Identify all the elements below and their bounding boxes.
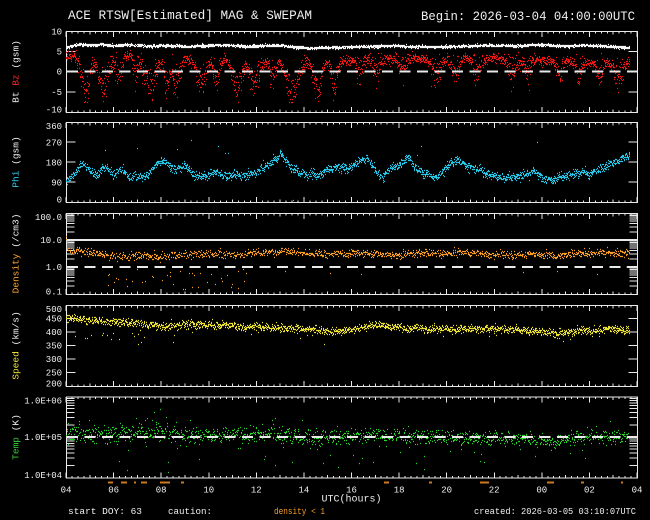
svg-text:-5: -5 <box>51 88 62 98</box>
svg-text:caution:: caution: <box>168 507 212 517</box>
svg-text:Temp (K): Temp (K) <box>11 414 22 460</box>
svg-text:08: 08 <box>156 486 167 496</box>
svg-text:270: 270 <box>46 138 62 148</box>
svg-text:400: 400 <box>46 328 62 338</box>
svg-text:10: 10 <box>51 28 62 38</box>
svg-text:0: 0 <box>57 68 62 78</box>
svg-text:5: 5 <box>57 47 62 57</box>
svg-text:450: 450 <box>46 315 62 325</box>
svg-text:ACE RTSW[Estimated] MAG & SWEP: ACE RTSW[Estimated] MAG & SWEPAM <box>68 9 312 23</box>
svg-text:04: 04 <box>61 486 72 496</box>
svg-text:300: 300 <box>46 355 62 365</box>
svg-text:Phi (gsm): Phi (gsm) <box>11 136 22 187</box>
svg-text:180: 180 <box>46 158 62 168</box>
svg-text:500: 500 <box>46 305 62 315</box>
svg-text:250: 250 <box>46 369 62 379</box>
svg-text:18: 18 <box>394 486 405 496</box>
svg-text:02: 02 <box>584 486 595 496</box>
svg-text:200: 200 <box>46 380 62 390</box>
svg-text:06: 06 <box>108 486 119 496</box>
svg-text:Speed (km/s): Speed (km/s) <box>11 311 22 379</box>
svg-text:Density (/cm3): Density (/cm3) <box>11 214 22 294</box>
svg-text:14: 14 <box>298 486 309 496</box>
svg-text:-10: -10 <box>46 106 62 116</box>
svg-text:Bt Bz (gsm): Bt Bz (gsm) <box>11 40 22 103</box>
svg-text:22: 22 <box>489 486 500 496</box>
svg-text:density < 1: density < 1 <box>274 507 325 517</box>
svg-text:90: 90 <box>51 178 62 188</box>
svg-text:00: 00 <box>536 486 547 496</box>
svg-text:04: 04 <box>632 486 643 496</box>
svg-text:0.1: 0.1 <box>46 288 62 298</box>
svg-text:10: 10 <box>203 486 214 496</box>
svg-text:350: 350 <box>46 342 62 352</box>
svg-text:1.0E+05: 1.0E+05 <box>24 433 62 443</box>
svg-text:0: 0 <box>57 196 62 206</box>
svg-text:created: 2026-03-05 03:10:07UT: created: 2026-03-05 03:10:07UTC <box>474 507 637 517</box>
svg-text:start DOY: 63: start DOY: 63 <box>68 507 142 517</box>
svg-text:1.0E+06: 1.0E+06 <box>24 396 62 406</box>
svg-text:100.0: 100.0 <box>35 213 62 223</box>
svg-text:20: 20 <box>441 486 452 496</box>
svg-text:UTC(hours): UTC(hours) <box>321 494 381 506</box>
svg-text:1.0E+04: 1.0E+04 <box>24 471 62 481</box>
svg-text:Begin: 2026-03-04 04:00:00UTC: Begin: 2026-03-04 04:00:00UTC <box>421 10 635 24</box>
svg-text:1.0: 1.0 <box>46 263 62 273</box>
svg-text:360: 360 <box>46 122 62 132</box>
svg-text:12: 12 <box>251 486 262 496</box>
svg-text:10.0: 10.0 <box>40 236 62 246</box>
